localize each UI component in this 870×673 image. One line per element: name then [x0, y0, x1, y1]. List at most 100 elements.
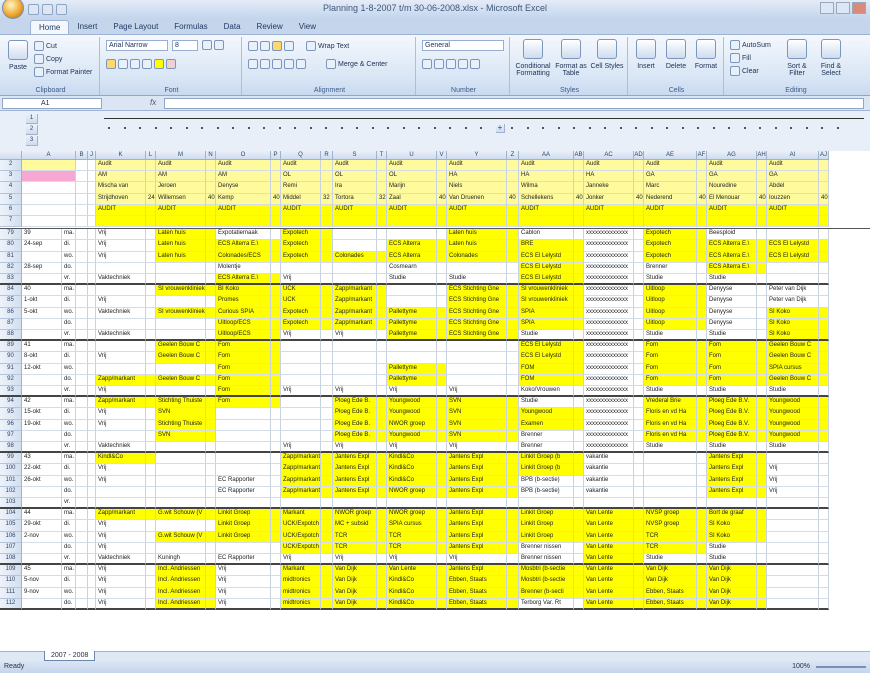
hours-cell[interactable] [819, 598, 829, 610]
hours-cell[interactable] [574, 352, 584, 364]
schedule-cell[interactable] [447, 352, 507, 364]
hours-cell[interactable] [574, 498, 584, 510]
schedule-cell[interactable]: Van Dijk [333, 598, 377, 610]
day-cell[interactable]: do. [62, 486, 76, 498]
hours-cell[interactable] [271, 509, 281, 521]
schedule-cell[interactable]: Zapp/markant [281, 475, 321, 487]
column-header[interactable]: N [206, 151, 216, 160]
schedule-cell[interactable]: MC + subsid [333, 520, 377, 532]
row-header[interactable]: 85 [0, 296, 22, 308]
schedule-cell[interactable]: Jantens Expl [333, 453, 377, 465]
sheet-tab[interactable]: 2007 - 2008 [44, 651, 96, 661]
day-cell[interactable]: wo. [62, 307, 76, 319]
schedule-cell[interactable] [584, 498, 634, 510]
schedule-cell[interactable]: FOM [519, 374, 574, 386]
column-header[interactable]: AI [767, 151, 819, 160]
column-header[interactable]: A [22, 151, 76, 160]
hours-cell[interactable] [271, 341, 281, 353]
header-cell[interactable]: Audit [519, 160, 574, 172]
header-cell[interactable]: Audit [333, 160, 377, 172]
schedule-cell[interactable]: Brenner [519, 442, 574, 454]
week-date-cell[interactable]: 5-okt [22, 307, 62, 319]
schedule-cell[interactable] [644, 464, 697, 476]
header-cell[interactable]: AUDIT [519, 204, 574, 216]
cell-j[interactable] [88, 182, 96, 194]
hours-cell[interactable] [507, 419, 519, 431]
hours-cell[interactable] [634, 565, 644, 577]
header-cell[interactable]: AM [96, 171, 146, 183]
hours-cell[interactable] [377, 531, 387, 543]
week-date-cell[interactable]: 2-nov [22, 531, 62, 543]
hours-cell[interactable] [321, 352, 333, 364]
outline-row-level-button[interactable]: 1 [26, 114, 38, 124]
expand-group-button[interactable]: + [496, 124, 505, 133]
hours-cell[interactable] [757, 408, 767, 420]
hours-cell[interactable] [206, 498, 216, 510]
hours-cell[interactable] [271, 216, 281, 228]
hours-cell[interactable] [437, 486, 447, 498]
row-header[interactable]: 106 [0, 531, 22, 543]
hours-cell[interactable] [574, 486, 584, 498]
day-cell[interactable]: wo. [62, 531, 76, 543]
hours-cell[interactable] [271, 475, 281, 487]
schedule-cell[interactable] [96, 430, 146, 442]
hours-cell[interactable] [377, 397, 387, 409]
hours-cell[interactable] [634, 576, 644, 588]
column-header[interactable]: P [271, 151, 281, 160]
cell-b[interactable] [76, 554, 88, 566]
hours-cell[interactable] [819, 587, 829, 599]
row-header[interactable]: 5 [0, 193, 22, 205]
schedule-cell[interactable]: Van Dijk [644, 576, 697, 588]
header-cell[interactable]: GA [707, 171, 757, 183]
hours-cell[interactable] [697, 318, 707, 330]
hours-cell[interactable] [757, 318, 767, 330]
schedule-cell[interactable]: Zapp/markant [281, 453, 321, 465]
week-date-cell[interactable]: 28-sep [22, 262, 62, 274]
hours-cell[interactable] [437, 520, 447, 532]
row-header[interactable]: 99 [0, 453, 22, 465]
schedule-cell[interactable] [387, 229, 437, 241]
cell-b[interactable] [76, 363, 88, 375]
schedule-cell[interactable]: Ebben, Staats [447, 598, 507, 610]
schedule-cell[interactable]: Van Dijk [707, 565, 757, 577]
hours-cell[interactable] [437, 171, 447, 183]
hours-cell[interactable] [634, 182, 644, 194]
schedule-cell[interactable]: ECS El Lelystd [767, 251, 819, 263]
week-date-cell[interactable]: 5-nov [22, 576, 62, 588]
hours-cell[interactable] [206, 285, 216, 297]
schedule-cell[interactable]: Jantens Expl [707, 453, 757, 465]
hours-cell[interactable] [574, 182, 584, 194]
cell-b[interactable] [76, 475, 88, 487]
schedule-cell[interactable]: Van Dijk [333, 565, 377, 577]
hours-cell[interactable] [377, 587, 387, 599]
hours-cell[interactable] [377, 464, 387, 476]
hours-cell[interactable] [574, 408, 584, 420]
increase-decimal-icon[interactable] [458, 59, 468, 69]
cell-b[interactable] [76, 386, 88, 398]
column-header[interactable]: AH [757, 151, 767, 160]
schedule-cell[interactable]: Laten huis [156, 229, 206, 241]
schedule-cell[interactable]: Laten huis [156, 240, 206, 252]
cell-a[interactable] [22, 182, 76, 194]
header-cell[interactable]: HA [447, 171, 507, 183]
hours-cell[interactable] [697, 296, 707, 308]
schedule-cell[interactable]: Van Lente [584, 509, 634, 521]
hours-cell[interactable] [757, 352, 767, 364]
schedule-cell[interactable] [767, 554, 819, 566]
hours-cell[interactable] [321, 216, 333, 228]
hours-cell[interactable] [437, 262, 447, 274]
hours-cell[interactable] [271, 330, 281, 342]
cell-j[interactable] [88, 240, 96, 252]
hours-cell[interactable] [206, 442, 216, 454]
hours-cell[interactable] [757, 307, 767, 319]
row-header[interactable]: 103 [0, 498, 22, 510]
schedule-cell[interactable]: xxxxxxxxxxxxxx [584, 262, 634, 274]
cell-b[interactable] [76, 542, 88, 554]
header-cell[interactable]: AM [156, 171, 206, 183]
hours-cell[interactable] [757, 262, 767, 274]
column-header[interactable]: T [377, 151, 387, 160]
week-date-cell[interactable] [22, 486, 62, 498]
hours-cell[interactable] [271, 464, 281, 476]
schedule-cell[interactable]: Fom [707, 341, 757, 353]
schedule-cell[interactable]: EC Rapporter [216, 554, 271, 566]
